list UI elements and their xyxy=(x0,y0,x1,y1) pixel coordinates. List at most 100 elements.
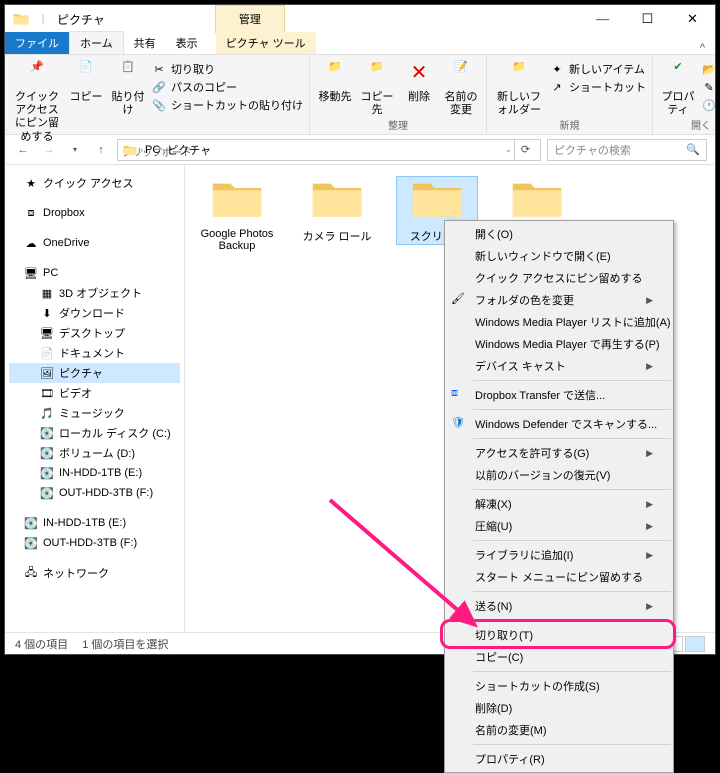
edit-button[interactable]: ✎編集 xyxy=(701,79,720,95)
chevron-down-icon[interactable]: ⌄ xyxy=(504,144,512,155)
forward-button[interactable]: → xyxy=(39,140,59,160)
nav-item[interactable]: 💽IN-HDD-1TB (E:) xyxy=(9,513,180,533)
ribbon-group-clipboard: 📌クイック アクセスにピン留めする 📄コピー 📋貼り付け ✂切り取り 🔗パスのコ… xyxy=(5,55,310,134)
context-item[interactable]: 以前のバージョンの復元(V) xyxy=(445,464,673,486)
nav-label: OUT-HDD-3TB (F:) xyxy=(43,537,137,549)
context-label: 名前の変更(M) xyxy=(475,722,547,738)
rename-button[interactable]: 📝名前の変更 xyxy=(442,61,480,117)
dropbox-icon: ⧈ xyxy=(451,387,467,403)
refresh-button[interactable]: ⟳ xyxy=(514,139,536,161)
pin-to-quickaccess-button[interactable]: 📌クイック アクセスにピン留めする xyxy=(11,61,63,144)
management-tab[interactable]: 管理 xyxy=(215,5,285,33)
view-icons-button[interactable] xyxy=(685,636,705,652)
history-button[interactable]: 🕐履歴 xyxy=(701,97,720,113)
properties-button[interactable]: ✔プロパティ xyxy=(659,61,697,117)
nav-item[interactable]: ⧈Dropbox xyxy=(9,203,180,223)
context-item[interactable]: 圧縮(U)▶ xyxy=(445,515,673,537)
context-item[interactable]: 切り取り(T) xyxy=(445,624,673,646)
maximize-button[interactable]: ☐ xyxy=(625,5,670,33)
nav-label: ローカル ディスク (C:) xyxy=(59,425,171,441)
up-button[interactable]: ↑ xyxy=(91,140,111,160)
nav-item[interactable]: 📄ドキュメント xyxy=(9,343,180,363)
folder-item[interactable]: カメラ ロール xyxy=(297,177,377,244)
context-item[interactable]: Windows Media Player で再生する(P) xyxy=(445,333,673,355)
context-item[interactable]: 新しいウィンドウで開く(E) xyxy=(445,245,673,267)
context-item[interactable]: ライブラリに追加(I)▶ xyxy=(445,544,673,566)
context-item[interactable]: クイック アクセスにピン留めする xyxy=(445,267,673,289)
breadcrumb-folder[interactable]: ピクチャ xyxy=(167,142,211,158)
copy-button[interactable]: 📄コピー xyxy=(67,61,105,104)
minimize-button[interactable]: — xyxy=(580,5,625,33)
context-item[interactable]: デバイス キャスト▶ xyxy=(445,355,673,377)
nav-item[interactable]: 🎞ビデオ xyxy=(9,383,180,403)
context-item[interactable]: ショートカットの作成(S) xyxy=(445,675,673,697)
chevron-right-icon[interactable]: › xyxy=(162,145,165,155)
nav-item[interactable]: 💽ボリューム (D:) xyxy=(9,443,180,463)
nav-item[interactable]: 🎵ミュージック xyxy=(9,403,180,423)
context-item[interactable]: スタート メニューにピン留めする xyxy=(445,566,673,588)
close-button[interactable]: ✕ xyxy=(670,5,715,33)
search-input[interactable]: ピクチャの検索 🔍 xyxy=(547,139,707,161)
paste-shortcut-button[interactable]: 📎ショートカットの貼り付け xyxy=(151,97,303,113)
context-item[interactable]: 解凍(X)▶ xyxy=(445,493,673,515)
delete-button[interactable]: ✕削除 xyxy=(400,61,438,104)
tab-view[interactable]: 表示 xyxy=(166,32,208,54)
newfolder-button[interactable]: 📁新しいフォルダー xyxy=(493,61,545,117)
star-icon: ★ xyxy=(23,175,39,191)
nav-item[interactable]: 💽IN-HDD-1TB (E:) xyxy=(9,463,180,483)
context-item[interactable]: 名前の変更(M) xyxy=(445,719,673,741)
recent-button[interactable]: ▾ xyxy=(65,140,85,160)
nav-item[interactable]: 💽ローカル ディスク (C:) xyxy=(9,423,180,443)
easyaccess-button[interactable]: ↗ショートカット xyxy=(549,79,646,95)
tab-share[interactable]: 共有 xyxy=(124,32,166,54)
folder-icon xyxy=(409,177,465,224)
qat-sep: | xyxy=(35,11,51,27)
status-count: 4 個の項目 xyxy=(15,636,68,652)
nav-item[interactable]: ☁OneDrive xyxy=(9,233,180,253)
context-item[interactable]: Windows Media Player リストに追加(A) xyxy=(445,311,673,333)
nav-item[interactable]: 🖼ピクチャ xyxy=(9,363,180,383)
tab-file[interactable]: ファイル xyxy=(5,32,69,54)
context-item[interactable]: 開く(O) xyxy=(445,223,673,245)
nav-item[interactable]: ★クイック アクセス xyxy=(9,173,180,193)
nav-item[interactable]: ⬇ダウンロード xyxy=(9,303,180,323)
tab-home[interactable]: ホーム xyxy=(69,31,124,54)
context-item[interactable]: プロパティ(R) xyxy=(445,748,673,770)
context-item[interactable]: ⧈Dropbox Transfer で送信... xyxy=(445,384,673,406)
context-item[interactable]: アクセスを許可する(G)▶ xyxy=(445,442,673,464)
open-button[interactable]: 📂開く xyxy=(701,61,720,77)
copypath-button[interactable]: 🔗パスのコピー xyxy=(151,79,303,95)
chevron-right-icon[interactable]: › xyxy=(140,145,143,155)
cut-button[interactable]: ✂切り取り xyxy=(151,61,303,77)
ribbon-collapse-icon[interactable]: ^ xyxy=(690,42,715,54)
nav-item[interactable]: 🖧ネットワーク xyxy=(9,563,180,583)
nav-item[interactable]: 🖥PC xyxy=(9,263,180,283)
context-item[interactable]: 🛡Windows Defender でスキャンする... xyxy=(445,413,673,435)
moveto-button[interactable]: 📁移動先 xyxy=(316,61,354,104)
back-button[interactable]: ← xyxy=(13,140,33,160)
breadcrumb-pc[interactable]: PC xyxy=(145,144,160,156)
copy-icon: 📄 xyxy=(72,61,100,89)
context-menu: 開く(O)新しいウィンドウで開く(E)クイック アクセスにピン留めする🖌フォルダ… xyxy=(444,220,674,773)
search-icon: 🔍 xyxy=(686,143,700,156)
context-label: プロパティ(R) xyxy=(475,751,545,767)
nav-item[interactable]: 💽OUT-HDD-3TB (F:) xyxy=(9,533,180,553)
copyto-button[interactable]: 📁コピー先 xyxy=(358,61,396,117)
context-label: Windows Defender でスキャンする... xyxy=(475,416,657,432)
context-item[interactable]: 削除(D) xyxy=(445,697,673,719)
context-label: Windows Media Player で再生する(P) xyxy=(475,336,660,352)
tab-picture-tools[interactable]: ピクチャ ツール xyxy=(216,32,316,54)
breadcrumb[interactable]: › PC › ピクチャ ⌄ ⟳ xyxy=(117,139,541,161)
nav-item[interactable]: 🖥デスクトップ xyxy=(9,323,180,343)
paste-button[interactable]: 📋貼り付け xyxy=(109,61,147,117)
nav-item[interactable]: ▦3D オブジェクト xyxy=(9,283,180,303)
context-item[interactable]: 🖌フォルダの色を変更▶ xyxy=(445,289,673,311)
drive-icon: 💽 xyxy=(39,465,55,481)
nav-item[interactable]: 💽OUT-HDD-3TB (F:) xyxy=(9,483,180,503)
folder-item[interactable]: Google Photos Backup xyxy=(197,177,277,252)
context-item[interactable]: コピー(C) xyxy=(445,646,673,668)
context-item[interactable]: 送る(N)▶ xyxy=(445,595,673,617)
edit-icon: ✎ xyxy=(701,79,717,95)
newitem-button[interactable]: ✦新しいアイテム xyxy=(549,61,646,77)
context-separator xyxy=(473,409,671,410)
